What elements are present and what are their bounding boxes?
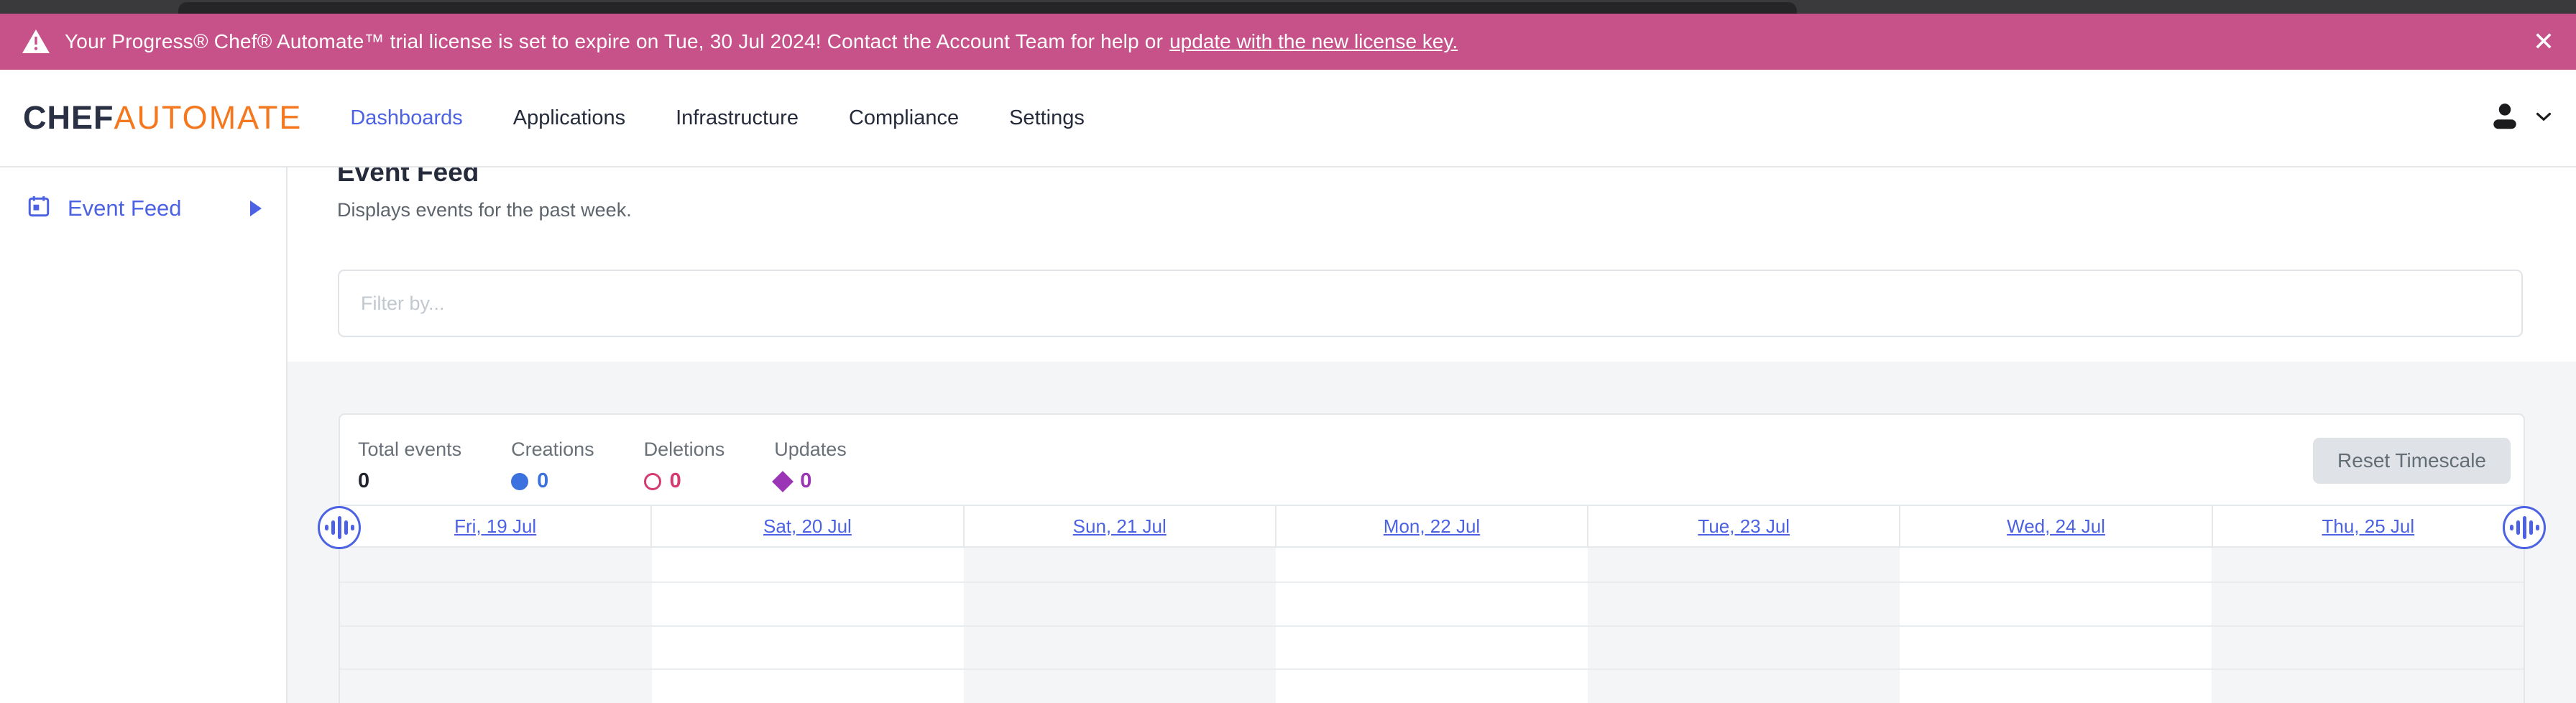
stat-deletions: Deletions 0 [644, 438, 725, 505]
stat-label: Creations [511, 438, 594, 461]
day-header: Mon, 22 Jul [1275, 506, 1587, 546]
page-subtitle: Displays events for the past week. [337, 199, 2576, 221]
stat-creations: Creations 0 [511, 438, 594, 505]
chevron-right-icon [250, 201, 262, 216]
filter-input[interactable] [338, 270, 2523, 337]
day-link[interactable]: Fri, 19 Jul [454, 515, 536, 538]
page-title: Event Feed [337, 167, 2576, 188]
main-content: Event Feed Displays events for the past … [288, 167, 2576, 703]
day-header: Thu, 25 Jul [2212, 506, 2524, 546]
nav-compliance[interactable]: Compliance [849, 106, 959, 130]
day-header: Tue, 23 Jul [1587, 506, 1899, 546]
sidebar: Event Feed [0, 167, 288, 703]
day-header: Fri, 19 Jul [340, 506, 650, 546]
nav-settings[interactable]: Settings [1009, 106, 1085, 130]
stat-value: 0 [670, 469, 681, 493]
sidebar-item-event-feed[interactable]: Event Feed [0, 183, 286, 233]
nav-applications[interactable]: Applications [513, 106, 625, 130]
nav-dashboards[interactable]: Dashboards [350, 106, 462, 130]
grid-row-divider [340, 668, 2524, 670]
day-link[interactable]: Wed, 24 Jul [2007, 515, 2105, 538]
stat-value: 0 [537, 469, 548, 493]
license-warning-text: Your Progress® Chef® Automate™ trial lic… [65, 30, 1163, 53]
logo-chef-text: CHEF [23, 99, 114, 136]
browser-tab[interactable] [178, 2, 1797, 14]
warning-icon [22, 29, 50, 55]
sidebar-item-label: Event Feed [68, 196, 182, 221]
app-body: Event Feed Event Feed Displays events fo… [0, 167, 2576, 703]
update-license-link[interactable]: update with the new license key. [1169, 30, 1458, 53]
stat-label: Deletions [644, 438, 725, 461]
chef-automate-logo[interactable]: CHEFAUTOMATE [23, 99, 302, 137]
stat-total-events: Total events 0 [358, 438, 461, 505]
timescale-handle-left[interactable] [318, 506, 361, 549]
timeline-day-header-row: Fri, 19 Jul Sat, 20 Jul Sun, 21 Jul Mon,… [340, 505, 2524, 548]
grid-row-divider [340, 625, 2524, 627]
logo-automate-text: AUTOMATE [114, 99, 303, 136]
app-header: CHEFAUTOMATE Dashboards Applications Inf… [0, 70, 2576, 167]
stat-label: Updates [774, 438, 847, 461]
user-menu-button[interactable] [2488, 100, 2559, 137]
day-header: Wed, 24 Jul [1899, 506, 2211, 546]
day-link[interactable]: Sat, 20 Jul [763, 515, 852, 538]
day-link[interactable]: Tue, 23 Jul [1698, 515, 1790, 538]
event-stats-row: Total events 0 Creations 0 Deletions 0 U… [340, 415, 2524, 505]
license-warning-banner: Your Progress® Chef® Automate™ trial lic… [0, 14, 2576, 70]
stat-value: 0 [358, 469, 369, 493]
browser-chrome-bar [0, 0, 2576, 14]
nav-infrastructure[interactable]: Infrastructure [676, 106, 799, 130]
updates-marker-icon [772, 471, 794, 492]
main-nav: Dashboards Applications Infrastructure C… [350, 106, 1085, 130]
day-header: Sat, 20 Jul [650, 506, 962, 546]
chevron-down-icon [2531, 104, 2556, 132]
event-feed-section: Total events 0 Creations 0 Deletions 0 U… [288, 362, 2576, 703]
stat-label: Total events [358, 438, 461, 461]
timeline-grid [340, 548, 2524, 703]
stat-value: 0 [800, 469, 811, 493]
reset-timescale-button[interactable]: Reset Timescale [2313, 438, 2511, 484]
day-link[interactable]: Thu, 25 Jul [2322, 515, 2415, 538]
day-link[interactable]: Sun, 21 Jul [1073, 515, 1167, 538]
grid-row-divider [340, 582, 2524, 583]
day-header: Sun, 21 Jul [963, 506, 1275, 546]
deletions-marker-icon [644, 473, 661, 490]
calendar-icon [26, 193, 52, 223]
close-icon[interactable]: ✕ [2533, 29, 2554, 55]
stat-updates: Updates 0 [774, 438, 847, 505]
user-icon [2488, 100, 2521, 137]
event-timeline-panel: Total events 0 Creations 0 Deletions 0 U… [339, 413, 2525, 703]
day-link[interactable]: Mon, 22 Jul [1384, 515, 1480, 538]
timescale-handle-right[interactable] [2503, 506, 2546, 549]
creations-marker-icon [511, 473, 528, 490]
